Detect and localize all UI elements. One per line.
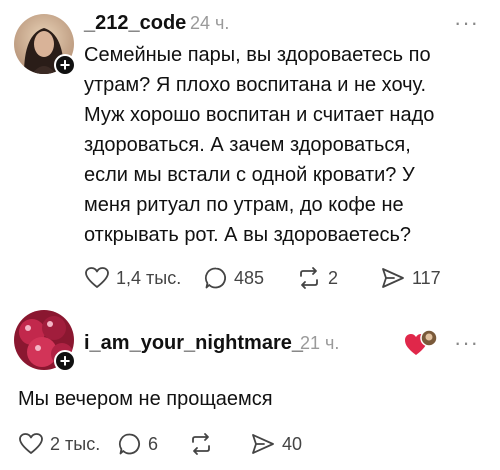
like-count: 1,4 тыс. xyxy=(116,267,182,288)
reply-body-text: Мы вечером не прощаемся xyxy=(18,388,273,410)
comment-count: 485 xyxy=(234,267,265,288)
like-button[interactable]: 2 тыс. xyxy=(18,432,118,456)
reply-timestamp: 21 ч. xyxy=(300,333,340,353)
heart-icon xyxy=(19,433,43,454)
repost-icon xyxy=(300,267,318,289)
comment-button[interactable]: 6 xyxy=(118,432,188,456)
comment-button[interactable]: 485 xyxy=(204,266,296,290)
comment-bubble-icon xyxy=(118,433,141,455)
post-more-options-icon[interactable]: ··· xyxy=(454,10,479,36)
share-count: 40 xyxy=(282,433,303,454)
like-button[interactable]: 1,4 тыс. xyxy=(84,266,204,290)
main-post: + _212_code 24 ч. ··· Семейные пары, вы … xyxy=(0,0,500,300)
repost-button[interactable] xyxy=(188,432,250,456)
share-button[interactable]: 117 xyxy=(380,266,441,290)
reply-avatar[interactable]: + xyxy=(14,310,76,372)
comment-bubble-icon xyxy=(204,267,227,289)
reply-username[interactable]: i_am_your_nightmare_ xyxy=(84,332,303,355)
post-timestamp: 24 ч. xyxy=(190,13,230,33)
follow-plus-icon[interactable]: + xyxy=(54,350,76,372)
repost-count: 2 xyxy=(328,267,339,288)
share-arrow-icon xyxy=(382,268,404,288)
share-button[interactable]: 40 xyxy=(250,432,302,456)
post-actions-bar: 1,4 тыс. 485 2 117 xyxy=(84,266,441,290)
post-body-text: Семейные пары, вы здороваетесь по утрам?… xyxy=(84,44,435,246)
post-username[interactable]: _212_code xyxy=(84,12,186,35)
comment-count: 6 xyxy=(148,433,159,454)
share-arrow-icon xyxy=(252,434,274,454)
like-count: 2 тыс. xyxy=(50,433,101,454)
liked-by-author-heart-icon xyxy=(405,329,438,355)
share-count: 117 xyxy=(412,267,441,288)
follow-plus-icon[interactable]: + xyxy=(54,54,76,76)
reply-actions-bar: 2 тыс. 6 40 xyxy=(18,432,302,456)
reply-post: + i_am_your_nightmare_ 21 ч. ··· Мы вече… xyxy=(0,300,500,470)
repost-icon xyxy=(192,433,210,455)
heart-icon xyxy=(85,267,109,288)
avatar[interactable]: + xyxy=(14,14,76,76)
repost-button[interactable]: 2 xyxy=(296,266,380,290)
reply-more-options-icon[interactable]: ··· xyxy=(454,330,479,356)
